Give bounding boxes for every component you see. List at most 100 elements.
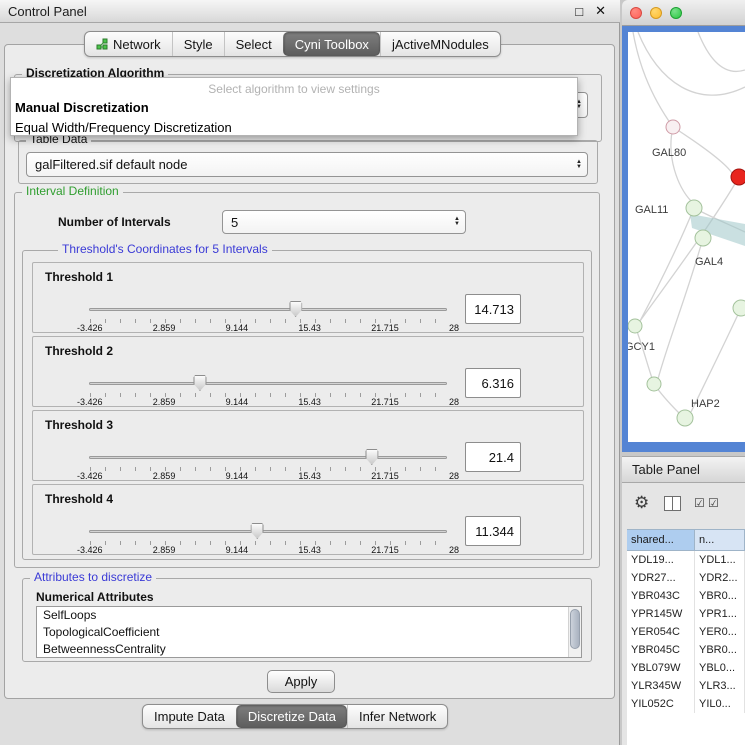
table-cell[interactable]: YPR145W — [627, 605, 695, 623]
list-item[interactable]: SelfLoops — [37, 607, 581, 624]
table-row[interactable]: YER054C YER0... — [627, 623, 745, 641]
table-cell[interactable]: YDL1... — [695, 551, 745, 569]
algorithm-option-equal-width[interactable]: Equal Width/Frequency Discretization — [11, 118, 577, 138]
slider-track[interactable] — [89, 530, 447, 533]
gear-icon[interactable]: ⚙ — [634, 493, 649, 513]
list-item[interactable]: BetweennessCentrality — [37, 641, 581, 658]
algorithm-option-manual[interactable]: Manual Discretization — [11, 98, 577, 118]
tick-label: 21.715 — [371, 323, 399, 333]
slider-track[interactable] — [89, 456, 447, 459]
table-row[interactable]: YDR27... YDR2... — [627, 569, 745, 587]
table-cell[interactable]: YBR0... — [695, 587, 745, 605]
slider-thumb[interactable] — [193, 375, 206, 391]
apply-button[interactable]: Apply — [267, 670, 335, 693]
table-cell[interactable]: YBR0... — [695, 641, 745, 659]
table-cell[interactable]: YDR27... — [627, 569, 695, 587]
table-cell[interactable]: YPR1... — [695, 605, 745, 623]
node-mid[interactable] — [647, 377, 661, 391]
tab-jactivemnodules-label: jActiveMNodules — [392, 37, 489, 52]
list-scrollbar[interactable] — [568, 607, 581, 657]
table-row[interactable]: YPR145W YPR1... — [627, 605, 745, 623]
desktop: Control Panel □ ✕ Network Style — [0, 0, 745, 745]
table-cell[interactable]: YDL19... — [627, 551, 695, 569]
node-gal80[interactable] — [666, 120, 680, 134]
table-cell[interactable]: YBL0... — [695, 659, 745, 677]
slider-thumb[interactable] — [251, 523, 264, 539]
table-row[interactable]: YLR345W YLR3... — [627, 677, 745, 695]
threshold-1-slider[interactable] — [89, 301, 447, 319]
table-cell[interactable]: YIL052C — [627, 695, 695, 713]
tick-label: 9.144 — [226, 471, 249, 481]
node-hap2[interactable] — [677, 410, 693, 426]
network-view-canvas[interactable]: GAL80 GAL11 GAL4 GCY1 HAP2 — [628, 32, 745, 442]
tick-label: 9.144 — [226, 397, 249, 407]
slider-track[interactable] — [89, 308, 447, 311]
tick-label: 2.859 — [153, 471, 176, 481]
tab-cyni-toolbox[interactable]: Cyni Toolbox — [283, 32, 380, 56]
tick-label: 9.144 — [226, 545, 249, 555]
node-gal11[interactable] — [686, 200, 702, 216]
list-scrollbar-thumb[interactable] — [570, 609, 580, 649]
slider-thumb[interactable] — [289, 301, 302, 317]
tab-jactivemnodules[interactable]: jActiveMNodules — [380, 32, 500, 56]
table-cell[interactable]: YIL0... — [695, 695, 745, 713]
threshold-3-value-input[interactable] — [465, 442, 521, 472]
deselect-checkbox-icon[interactable]: ☑ — [708, 496, 719, 510]
slider-track[interactable] — [89, 382, 447, 385]
node-right-edge[interactable] — [733, 300, 745, 316]
table-cell[interactable]: YLR3... — [695, 677, 745, 695]
column-header-shared-name[interactable]: shared... — [627, 529, 695, 551]
tab-select[interactable]: Select — [224, 32, 283, 56]
slider-thumb[interactable] — [365, 449, 378, 465]
table-cell[interactable]: YBR043C — [627, 587, 695, 605]
table-data-combo[interactable]: galFiltered.sif default node ▲ ▼ — [26, 152, 588, 177]
number-of-intervals-value: 5 — [231, 215, 448, 230]
threshold-2-slider[interactable] — [89, 375, 447, 393]
table-row[interactable]: YIL052C YIL0... — [627, 695, 745, 713]
table-cell[interactable]: YLR345W — [627, 677, 695, 695]
close-window-icon[interactable]: ✕ — [589, 3, 612, 19]
threshold-1-value-input[interactable] — [465, 294, 521, 324]
tab-discretize-data-label: Discretize Data — [248, 709, 336, 724]
tab-discretize-data[interactable]: Discretize Data — [236, 705, 347, 728]
table-row[interactable]: YDL19... YDL1... — [627, 551, 745, 569]
tab-infer-network[interactable]: Infer Network — [347, 705, 447, 728]
node-gcy1[interactable] — [628, 319, 642, 333]
arrow-down-icon: ▼ — [576, 165, 582, 170]
tick-label: -3.426 — [77, 323, 103, 333]
algorithm-placeholder: Select algorithm to view settings — [11, 78, 577, 98]
tick-label: 28 — [449, 323, 459, 333]
tick-label: 9.144 — [226, 323, 249, 333]
table-cell[interactable]: YBL079W — [627, 659, 695, 677]
select-all-checkbox-icon[interactable]: ☑ — [694, 496, 705, 510]
number-of-intervals-combo[interactable]: 5 ▲ ▼ — [222, 210, 466, 234]
node-gal4[interactable] — [695, 230, 711, 246]
minimize-traffic-light-icon[interactable] — [650, 7, 662, 19]
tab-network[interactable]: Network — [85, 32, 172, 56]
threshold-4-value-input[interactable] — [465, 516, 521, 546]
close-traffic-light-icon[interactable] — [630, 7, 642, 19]
column-header-name[interactable]: n... — [695, 529, 745, 551]
table-cell[interactable]: YER0... — [695, 623, 745, 641]
tab-style[interactable]: Style — [172, 32, 224, 56]
table-row[interactable]: YBR043C YBR0... — [627, 587, 745, 605]
table-row[interactable]: YBL079W YBL0... — [627, 659, 745, 677]
table-row[interactable]: YBR045C YBR0... — [627, 641, 745, 659]
combo-stepper-icon: ▲ ▼ — [570, 160, 582, 170]
threshold-2-value-input[interactable] — [465, 368, 521, 398]
tab-infer-network-label: Infer Network — [359, 709, 436, 724]
tick-label: 28 — [449, 545, 459, 555]
node-selected-red[interactable] — [731, 169, 745, 185]
columns-icon[interactable] — [664, 496, 681, 511]
threshold-3-slider[interactable] — [89, 449, 447, 467]
zoom-traffic-light-icon[interactable] — [670, 7, 682, 19]
threshold-4-slider[interactable] — [89, 523, 447, 541]
table-cell[interactable]: YBR045C — [627, 641, 695, 659]
table-cell[interactable]: YDR2... — [695, 569, 745, 587]
list-item[interactable]: TopologicalCoefficient — [37, 624, 581, 641]
tab-impute-data[interactable]: Impute Data — [143, 705, 236, 728]
threshold-4-label: Threshold 4 — [45, 492, 113, 506]
float-window-icon[interactable]: □ — [569, 4, 589, 19]
tick-label: 2.859 — [153, 545, 176, 555]
table-cell[interactable]: YER054C — [627, 623, 695, 641]
